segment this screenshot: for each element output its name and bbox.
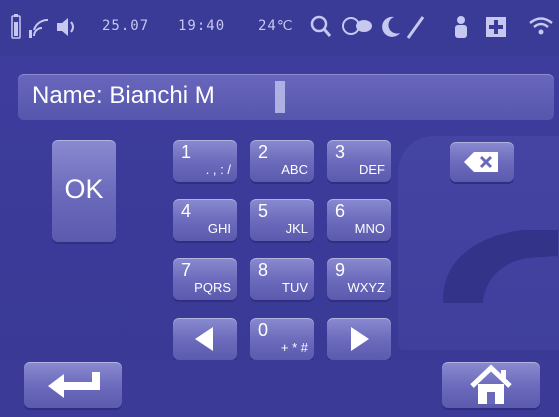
battery-icon: [10, 14, 22, 44]
home-button[interactable]: [442, 362, 540, 408]
signal-icon: [28, 14, 50, 44]
key-1-letters: . , : /: [205, 162, 231, 177]
key-8-letters: TUV: [282, 280, 308, 295]
key-5-digit: 5: [258, 201, 269, 221]
back-button[interactable]: [24, 362, 122, 408]
key-8-digit: 8: [258, 260, 269, 280]
wifi-icon[interactable]: [528, 14, 554, 44]
key-7[interactable]: 7 PQRS: [173, 258, 237, 300]
chat-icon[interactable]: [340, 14, 374, 44]
pen-icon[interactable]: [404, 14, 426, 44]
screen: 25.07 19:40 24℃ Name: Bianchi M OK 1 . ,…: [0, 0, 559, 417]
status-bar: 25.07 19:40 24℃: [0, 0, 559, 56]
key-0-symbols: + * #: [280, 340, 308, 355]
key-4-digit: 4: [181, 201, 192, 221]
status-temperature: 24℃: [258, 18, 294, 34]
key-5-letters: JKL: [285, 221, 308, 236]
ok-button[interactable]: OK: [52, 140, 116, 242]
return-arrow-icon: [48, 372, 100, 398]
text-cursor: [275, 81, 285, 113]
key-3-letters: DEF: [359, 162, 385, 177]
name-input-value: Name: Bianchi M: [32, 82, 215, 109]
moon-icon[interactable]: [380, 14, 402, 44]
key-6-letters: MNO: [354, 221, 385, 236]
ok-button-label: OK: [64, 174, 104, 204]
key-2-digit: 2: [258, 142, 269, 162]
key-4-letters: GHI: [207, 221, 231, 236]
key-9-digit: 9: [335, 260, 346, 280]
speaker-icon: [55, 14, 79, 44]
key-5[interactable]: 5 JKL: [250, 199, 314, 241]
key-0[interactable]: 0 + * #: [250, 318, 314, 360]
key-2[interactable]: 2 ABC: [250, 140, 314, 182]
key-1[interactable]: 1 . , : /: [173, 140, 237, 182]
cursor-right-button[interactable]: [327, 318, 391, 360]
key-6[interactable]: 6 MNO: [327, 199, 391, 241]
cursor-left-button[interactable]: [173, 318, 237, 360]
backspace-icon: [464, 152, 498, 172]
key-1-digit: 1: [181, 142, 192, 162]
key-3[interactable]: 3 DEF: [327, 140, 391, 182]
key-0-digit: 0: [258, 320, 269, 340]
home-icon: [470, 364, 512, 404]
key-3-digit: 3: [335, 142, 346, 162]
key-6-digit: 6: [335, 201, 346, 221]
hang-up-handset-icon[interactable]: [433, 208, 559, 308]
status-time: 19:40: [178, 18, 226, 34]
key-4[interactable]: 4 GHI: [173, 199, 237, 241]
name-input[interactable]: Name: Bianchi M: [18, 74, 554, 120]
key-2-letters: ABC: [281, 162, 308, 177]
key-9-letters: WXYZ: [347, 280, 385, 295]
key-7-digit: 7: [181, 260, 192, 280]
key-8[interactable]: 8 TUV: [250, 258, 314, 300]
medical-cross-icon[interactable]: [484, 14, 508, 44]
status-date: 25.07: [102, 18, 150, 34]
arrow-left-icon: [195, 327, 213, 351]
search-icon[interactable]: [310, 14, 332, 44]
backspace-button[interactable]: [450, 142, 514, 182]
person-icon[interactable]: [452, 14, 470, 44]
key-9[interactable]: 9 WXYZ: [327, 258, 391, 300]
arrow-right-icon: [351, 327, 369, 351]
call-panel: [398, 136, 559, 350]
key-7-letters: PQRS: [194, 280, 231, 295]
